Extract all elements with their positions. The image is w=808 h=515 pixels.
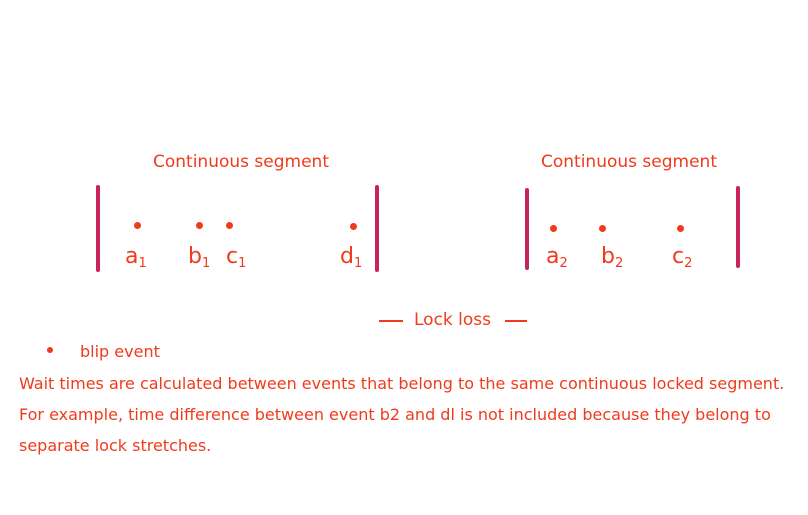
event-b2-label: b2 xyxy=(601,244,623,271)
event-subscript: 1 xyxy=(353,256,363,271)
segment-1-title: Continuous segment xyxy=(153,152,329,172)
legend-dot xyxy=(47,347,53,353)
event-subscript: 2 xyxy=(559,256,568,271)
legend-label: blip event xyxy=(80,342,160,361)
event-c2-dot xyxy=(677,225,684,232)
event-subscript: 1 xyxy=(138,256,147,271)
event-c2-label: c2 xyxy=(672,244,692,271)
segment-2-right-boundary xyxy=(736,186,740,268)
lock-loss-label: Lock loss xyxy=(414,310,492,330)
event-c1-dot xyxy=(226,222,233,229)
event-label: d xyxy=(340,244,354,269)
event-a1-dot xyxy=(134,222,141,229)
event-label: a xyxy=(125,244,139,269)
segment-1-right-boundary xyxy=(375,185,379,272)
event-b2-dot xyxy=(599,225,606,232)
event-subscript: 1 xyxy=(238,256,247,271)
event-a2-label: a2 xyxy=(546,244,568,271)
event-subscript: 1 xyxy=(201,256,211,271)
event-label: b xyxy=(601,244,615,269)
event-b1-dot xyxy=(196,222,203,229)
event-c1-label: c1 xyxy=(226,244,246,271)
lock-loss-dash-right xyxy=(505,320,527,322)
event-d1-dot xyxy=(350,223,357,230)
event-a1-label: a1 xyxy=(125,244,147,271)
segment-2-title: Continuous segment xyxy=(541,152,717,172)
event-label: c xyxy=(226,244,239,269)
note-line-1: Wait times are calculated between events… xyxy=(19,374,785,393)
segment-2-left-boundary xyxy=(525,188,529,270)
lock-loss-dash-left xyxy=(379,320,403,322)
event-b1-label: b1 xyxy=(188,244,210,271)
event-label: c xyxy=(672,244,685,269)
event-label: b xyxy=(188,244,202,269)
event-a2-dot xyxy=(550,225,557,232)
segment-1-left-boundary xyxy=(96,185,100,272)
event-label: a xyxy=(546,244,560,269)
note-line-2: For example, time difference between eve… xyxy=(19,405,771,424)
event-d1-label: d1 xyxy=(340,244,362,271)
event-subscript: 2 xyxy=(614,256,624,271)
event-subscript: 2 xyxy=(684,256,693,271)
note-line-3: separate lock stretches. xyxy=(19,436,212,455)
